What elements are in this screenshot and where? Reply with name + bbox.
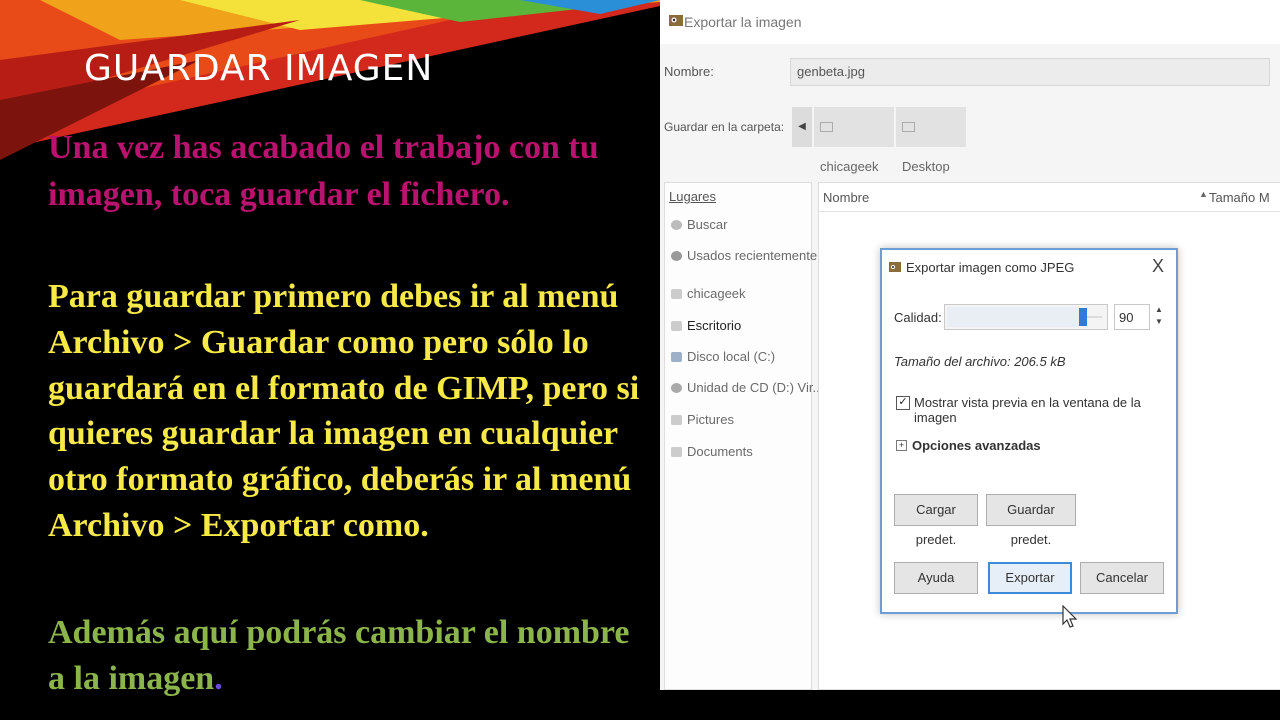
advanced-options-expander[interactable]: Opciones avanzadas (912, 438, 1041, 453)
spinbox-arrows-icon[interactable]: ▲ ▼ (1154, 304, 1164, 330)
file-list-header: Nombre ▲ Tamaño M (819, 183, 1280, 212)
column-size-header[interactable]: Tamaño M (1209, 190, 1270, 205)
folder-icon (671, 289, 682, 299)
quality-label: Calidad: (894, 310, 942, 325)
dialog-title: Exportar imagen como JPEG (906, 260, 1075, 275)
paragraph-rename: Además aquí podrás cambiar el nombre a l… (48, 610, 653, 702)
sort-ascending-icon: ▲ (1199, 189, 1208, 199)
place-cd-drive[interactable]: Unidad de CD (D:) Vir... (671, 380, 823, 395)
recent-icon (671, 251, 682, 261)
paragraph-rename-end: . (214, 660, 223, 697)
paragraph-rename-text: Además aquí podrás cambiar el nombre a l… (48, 614, 630, 697)
folder-icon (671, 447, 682, 457)
export-button[interactable]: Exportar (988, 562, 1072, 594)
column-name-header[interactable]: Nombre (823, 190, 869, 205)
help-button[interactable]: Ayuda (894, 562, 978, 594)
place-escritorio[interactable]: Escritorio (671, 318, 741, 333)
folder-icon (820, 122, 833, 132)
mouse-cursor-icon (1062, 605, 1078, 628)
breadcrumb-label: chicageek (820, 159, 879, 174)
place-recent[interactable]: Usados recientemente (671, 248, 817, 263)
folder-label: Guardar en la carpeta: (664, 120, 785, 134)
gimp-dialog-icon (889, 262, 901, 272)
file-size-label: Tamaño del archivo: 206.5 kB (894, 354, 1066, 369)
preview-checkbox[interactable]: ✓ (896, 396, 910, 410)
paragraph-intro-emphasis: guardar el fichero (239, 176, 501, 213)
cd-icon (671, 383, 682, 393)
export-window-screenshot: Exportar la imagen Nombre: genbeta.jpg G… (660, 0, 1280, 690)
jpeg-export-dialog: Exportar imagen como JPEG X Calidad: 90 … (880, 248, 1178, 614)
place-chicageek[interactable]: chicageek (671, 286, 746, 301)
paragraph-intro: Una vez has acabado el trabajo con tu im… (48, 124, 638, 218)
slide-title: GUARDAR IMAGEN (84, 48, 434, 89)
load-defaults-button[interactable]: Cargar predet. (894, 494, 978, 547)
drive-icon (671, 352, 682, 362)
place-label: Unidad de CD (D:) Vir... (687, 380, 824, 395)
place-label: Escritorio (687, 318, 742, 333)
paragraph-intro-end: . (500, 176, 510, 213)
search-icon (671, 220, 682, 230)
folder-icon (902, 122, 915, 132)
paragraph-instructions: Para guardar primero debes ir al menú Ar… (48, 278, 640, 544)
bottom-strip (660, 690, 1280, 720)
slider-thumb[interactable] (1079, 308, 1088, 326)
expand-icon[interactable]: + (896, 440, 907, 451)
place-label: Disco local (C:) (687, 349, 776, 364)
place-label: Buscar (687, 217, 728, 232)
quality-slider[interactable] (944, 304, 1108, 330)
quality-spinbox[interactable]: 90 (1114, 304, 1150, 330)
place-search[interactable]: Buscar (671, 217, 727, 232)
places-panel: Lugares Buscar Usados recientemente chic… (664, 182, 823, 690)
checkmark-icon: ✓ (898, 396, 908, 408)
breadcrumb-chicageek[interactable]: chicageek (814, 107, 894, 174)
preview-checkbox-label[interactable]: Mostrar vista previa en la ventana de la… (914, 395, 1176, 425)
filename-input[interactable]: genbeta.jpg (790, 58, 1270, 86)
gimp-app-icon (669, 15, 683, 26)
folder-icon (671, 415, 682, 425)
window-title: Exportar la imagen (684, 14, 802, 30)
place-pictures[interactable]: Pictures (671, 412, 734, 427)
places-header: Lugares (669, 189, 716, 204)
close-button[interactable]: X (1152, 256, 1164, 277)
place-local-disk[interactable]: Disco local (C:) (671, 349, 775, 364)
place-label: Usados recientemente (687, 248, 818, 263)
cancel-button[interactable]: Cancelar (1080, 562, 1164, 594)
slider-fill (947, 307, 1080, 327)
save-defaults-button[interactable]: Guardar predet. (986, 494, 1076, 547)
name-label: Nombre: (664, 64, 714, 79)
breadcrumb-desktop[interactable]: Desktop (896, 107, 966, 174)
place-label: Documents (687, 444, 753, 459)
place-documents[interactable]: Documents (671, 444, 753, 459)
window-titlebar: Exportar la imagen (660, 0, 1280, 44)
breadcrumb-label: Desktop (902, 159, 950, 174)
place-label: chicageek (687, 286, 746, 301)
breadcrumb-back-button[interactable]: ◀ (792, 107, 812, 147)
place-label: Pictures (687, 412, 734, 427)
folder-icon (671, 321, 682, 331)
